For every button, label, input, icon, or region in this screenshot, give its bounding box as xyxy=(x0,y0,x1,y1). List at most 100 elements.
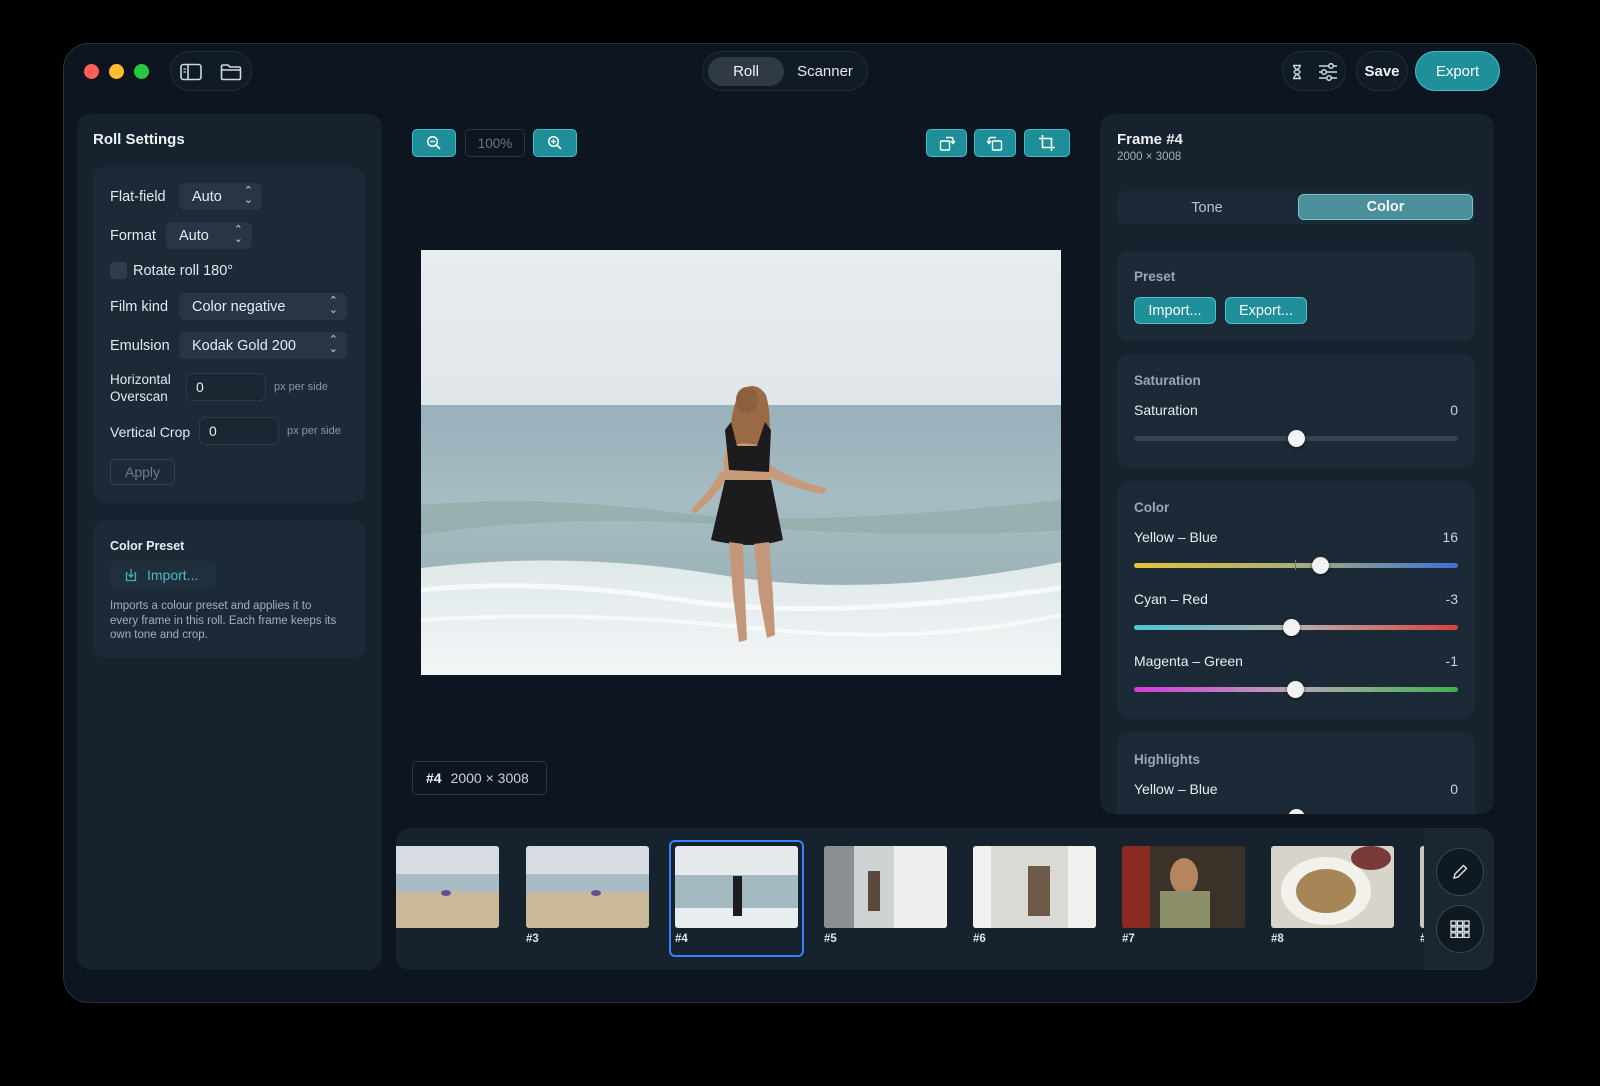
zoom-out-icon xyxy=(426,135,441,150)
zoom-out-button[interactable] xyxy=(412,129,456,157)
yellow-blue-track[interactable] xyxy=(1134,563,1458,568)
open-folder-button[interactable] xyxy=(217,58,245,86)
cyan-red-value: -3 xyxy=(1445,591,1458,607)
color-card: Color Yellow – Blue 16 Cyan – Red -3 Mag… xyxy=(1117,481,1475,719)
segment-roll[interactable]: Roll xyxy=(708,57,784,86)
sidebar-toggle-button[interactable] xyxy=(177,58,205,86)
cyan-red-label: Cyan – Red xyxy=(1134,591,1208,607)
flatfield-label: Flat-field xyxy=(110,189,166,205)
zoom-level-display: 100% xyxy=(465,129,525,157)
filmstrip-label-4: #4 xyxy=(675,933,688,945)
filmstrip-thumb-2[interactable] xyxy=(396,846,499,928)
tab-color[interactable]: Color xyxy=(1298,194,1473,220)
street-thumb-image xyxy=(824,846,947,928)
emulsion-label: Emulsion xyxy=(110,338,170,354)
h-overscan-unit: px per side xyxy=(274,381,328,393)
filmstrip-thumb-4[interactable] xyxy=(675,846,798,928)
apply-button[interactable]: Apply xyxy=(110,459,175,485)
filmstrip: #3 #4 #5 #6 #7 #8 # xyxy=(396,828,1494,970)
h-overscan-input[interactable]: 0 xyxy=(186,373,266,401)
close-window-button[interactable] xyxy=(84,64,99,79)
emulsion-value: Kodak Gold 200 xyxy=(192,337,296,354)
filmstrip-label-6: #6 xyxy=(973,933,986,945)
yellow-blue-slider-knob[interactable] xyxy=(1311,557,1329,574)
updown-chevron-icon: ⌃ ⌄ xyxy=(233,224,243,245)
highlights-yellow-blue-label: Yellow – Blue xyxy=(1134,781,1218,797)
save-button[interactable]: Save xyxy=(1356,51,1408,91)
beach-thumb-image xyxy=(526,846,649,928)
updown-chevron-icon: ⌃ ⌄ xyxy=(328,295,338,316)
flatfield-value: Auto xyxy=(192,188,222,205)
highlights-yellow-blue-value: 0 xyxy=(1450,781,1458,797)
frame-info-dims: 2000 × 3008 xyxy=(450,770,529,786)
filmstrip-thumb-5[interactable] xyxy=(824,846,947,928)
h-overscan-label: Horizontal Overscan xyxy=(110,371,171,405)
mode-segmented-control: Roll Scanner xyxy=(702,51,868,91)
h-overscan-label-line2: Overscan xyxy=(110,389,168,404)
main-photo[interactable] xyxy=(421,250,1061,675)
zoom-window-button[interactable] xyxy=(134,64,149,79)
sliders-icon xyxy=(1319,63,1337,81)
magenta-green-label: Magenta – Green xyxy=(1134,653,1243,669)
magenta-green-value: -1 xyxy=(1445,653,1458,669)
emulsion-select[interactable]: Kodak Gold 200 ⌃ ⌄ xyxy=(179,332,347,359)
crop-button[interactable] xyxy=(1024,129,1070,157)
right-toolbar-group xyxy=(1282,51,1346,91)
frame-info-tag: #4 xyxy=(426,770,442,786)
highlights-section-title: Highlights xyxy=(1134,752,1200,767)
yellow-blue-center-tick xyxy=(1295,560,1296,570)
color-preset-desc-line3: own tone and crop. xyxy=(110,629,208,641)
zoom-in-button[interactable] xyxy=(533,129,577,157)
magenta-green-slider-knob[interactable] xyxy=(1286,681,1304,698)
color-section-title: Color xyxy=(1134,500,1170,515)
export-button[interactable]: Export xyxy=(1415,51,1500,91)
rotate-roll-checkbox[interactable] xyxy=(110,262,127,279)
updown-chevron-icon: ⌃ ⌄ xyxy=(243,185,253,206)
crop-icon xyxy=(1039,135,1055,151)
color-preset-import-button[interactable]: Import... xyxy=(110,561,216,589)
h-overscan-label-line1: Horizontal xyxy=(110,372,171,387)
filmstrip-thumb-6[interactable] xyxy=(973,846,1096,928)
highlights-yellow-blue-slider-knob[interactable] xyxy=(1287,809,1305,814)
color-preset-import-label: Import... xyxy=(147,567,199,583)
color-preset-desc-line2: every frame in this roll. Each frame kee… xyxy=(110,614,337,627)
roll-settings-title: Roll Settings xyxy=(93,131,185,148)
film-kind-value: Color negative xyxy=(192,298,286,315)
beach-photo-image xyxy=(421,250,1061,675)
grid-icon xyxy=(1450,920,1470,938)
tab-tone[interactable]: Tone xyxy=(1117,191,1297,224)
filmstrip-thumb-3[interactable] xyxy=(526,846,649,928)
pencil-icon xyxy=(1453,864,1468,879)
history-button[interactable] xyxy=(1285,58,1309,86)
preset-import-button[interactable]: Import... xyxy=(1134,297,1216,324)
flatfield-select[interactable]: Auto ⌃ ⌄ xyxy=(179,183,262,210)
filmstrip-thumb-7[interactable] xyxy=(1122,846,1245,928)
saturation-label: Saturation xyxy=(1134,402,1198,418)
cyan-red-slider-knob[interactable] xyxy=(1283,619,1301,636)
adjustments-button[interactable] xyxy=(1313,58,1343,86)
saturation-slider-knob[interactable] xyxy=(1287,430,1305,447)
rotate-right-button[interactable] xyxy=(926,129,967,157)
filmstrip-label-5: #5 xyxy=(824,933,837,945)
edit-button[interactable] xyxy=(1436,848,1484,896)
rotate-left-icon xyxy=(986,136,1003,151)
filmstrip-thumb-8[interactable] xyxy=(1271,846,1394,928)
street-thumb-image xyxy=(973,846,1096,928)
rotate-left-button[interactable] xyxy=(974,129,1016,157)
filmstrip-label-7: #7 xyxy=(1122,933,1135,945)
yellow-blue-label: Yellow – Blue xyxy=(1134,529,1218,545)
roll-settings-card: Flat-field Auto ⌃ ⌄ Format Auto ⌃ ⌄ Rotate r… xyxy=(93,167,365,503)
minimize-window-button[interactable] xyxy=(109,64,124,79)
preset-export-button[interactable]: Export... xyxy=(1225,297,1307,324)
preset-card: Preset Import... Export... xyxy=(1117,251,1475,341)
roll-settings-panel: Roll Settings Flat-field Auto ⌃ ⌄ Format A… xyxy=(77,114,382,970)
film-kind-select[interactable]: Color negative ⌃ ⌄ xyxy=(179,293,347,320)
format-select[interactable]: Auto ⌃ ⌄ xyxy=(166,222,252,249)
v-crop-input[interactable]: 0 xyxy=(199,417,279,445)
grid-view-button[interactable] xyxy=(1436,905,1484,953)
segment-scanner[interactable]: Scanner xyxy=(786,57,864,86)
woman-beach-thumb-image xyxy=(675,846,798,928)
saturation-section-title: Saturation xyxy=(1134,373,1201,388)
format-label: Format xyxy=(110,228,156,244)
yellow-blue-value: 16 xyxy=(1442,529,1458,545)
